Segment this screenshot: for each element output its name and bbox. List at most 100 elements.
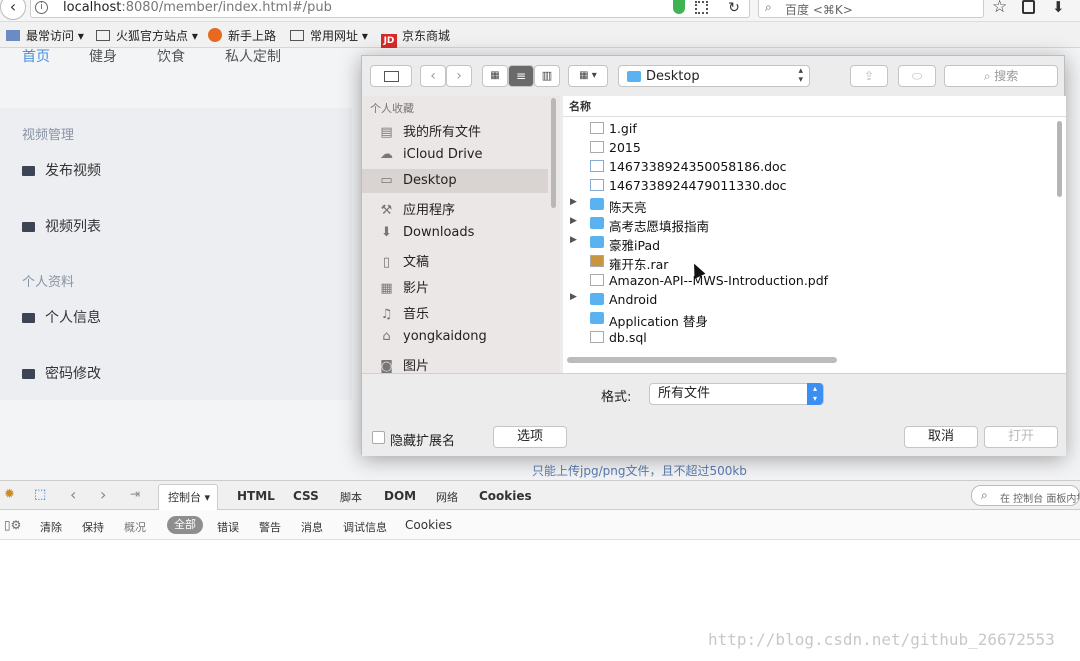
- share-button[interactable]: ⇪: [850, 65, 888, 87]
- filter-persist[interactable]: 保持: [82, 519, 104, 535]
- filter-profile[interactable]: 概况: [124, 519, 146, 535]
- tab-console-label[interactable]: 控制台 ▾: [168, 489, 210, 505]
- format-select[interactable]: 所有文件 ▴ ▾: [649, 383, 824, 405]
- back-icon[interactable]: ‹: [70, 485, 76, 504]
- sidebar-item-8[interactable]: ⌂ yongkaidong: [378, 329, 486, 344]
- disclosure-triangle-icon[interactable]: ▶: [570, 197, 577, 207]
- filter-warnings[interactable]: 警告: [259, 519, 281, 535]
- list-view-button[interactable]: ≡: [508, 65, 534, 87]
- tab-cookies[interactable]: Cookies: [479, 489, 532, 503]
- filter-all[interactable]: 全部: [167, 516, 203, 534]
- file-row[interactable]: 2015: [563, 138, 1053, 157]
- file-row[interactable]: db.sql: [563, 328, 1053, 347]
- info-icon[interactable]: i: [35, 1, 48, 14]
- tab-script[interactable]: 脚本: [340, 489, 362, 505]
- star-icon[interactable]: ☆: [992, 0, 1007, 17]
- vertical-scrollbar[interactable]: [1057, 121, 1062, 197]
- file-row[interactable]: Application 替身: [563, 309, 1053, 329]
- tab-html[interactable]: HTML: [237, 489, 275, 503]
- file-row[interactable]: ▶ 高考志愿填报指南: [563, 214, 1053, 234]
- file-row[interactable]: 雍开东.rar: [563, 252, 1053, 272]
- step-icon[interactable]: ⇥: [130, 487, 140, 501]
- file-row[interactable]: ▶ Android: [563, 290, 1053, 309]
- sidebar-item-password[interactable]: 密码修改: [22, 363, 101, 383]
- disclosure-triangle-icon[interactable]: ▶: [570, 216, 577, 226]
- filter-clear[interactable]: 清除: [40, 519, 62, 535]
- hide-extension-label: 隐藏扩展名: [390, 434, 456, 449]
- inspect-icon[interactable]: ⬚: [34, 487, 46, 502]
- disclosure-triangle-icon[interactable]: ▶: [570, 292, 577, 302]
- sidebar-item-5[interactable]: ▯ 文稿: [378, 251, 429, 270]
- horizontal-scrollbar[interactable]: [567, 357, 837, 363]
- tab-css[interactable]: CSS: [293, 489, 319, 503]
- sidebar-item-4[interactable]: ⬇ Downloads: [378, 225, 474, 240]
- sidebar-item-6[interactable]: ▦ 影片: [378, 277, 429, 296]
- forward-icon[interactable]: ›: [100, 485, 106, 504]
- nav-fitness[interactable]: 健身: [89, 46, 117, 66]
- location-popup[interactable]: Desktop ▴ ▾: [618, 65, 810, 87]
- bookmark-common-sites[interactable]: 常用网址 ▾: [290, 27, 368, 44]
- bookmark-most-visited[interactable]: 最常访问 ▾: [6, 27, 84, 44]
- applications-icon: ⚒: [380, 203, 393, 218]
- icon-view-button[interactable]: ▦: [482, 65, 508, 87]
- cancel-button[interactable]: 取消: [904, 426, 978, 448]
- sidebar-scrollbar[interactable]: [551, 98, 556, 208]
- tab-net[interactable]: 网络: [436, 489, 458, 505]
- sidebar-item-publish-video[interactable]: 发布视频: [22, 160, 101, 180]
- file-row[interactable]: 1.gif: [563, 119, 1053, 138]
- sidebar-toggle-button[interactable]: [370, 65, 412, 87]
- back-button[interactable]: ‹: [0, 0, 26, 20]
- download-icon[interactable]: ⬇: [1052, 0, 1065, 16]
- devtools-search[interactable]: ⌕ 在 控制台 面板内搜: [971, 485, 1080, 506]
- url-field[interactable]: i localhost:8080/member/index.html#/pub: [30, 0, 750, 18]
- sidebar-item-label: 文稿: [403, 255, 430, 270]
- sidebar-item-profile[interactable]: 个人信息: [22, 307, 101, 327]
- layout-icon[interactable]: ▯⚙: [4, 518, 21, 532]
- sidebar-item-1[interactable]: ☁ iCloud Drive: [378, 147, 483, 162]
- nav-diet[interactable]: 饮食: [157, 46, 185, 66]
- search-field[interactable]: ⌕ 搜索: [944, 65, 1058, 87]
- devtools-console-toolbar: ▯⚙ 清除 保持 概况 全部 错误 警告 消息 调试信息 Cookies: [0, 510, 1080, 540]
- shield-icon[interactable]: [673, 0, 685, 14]
- sidebar-icon: [384, 71, 399, 82]
- bookmark-getting-started[interactable]: 新手上路: [208, 27, 276, 44]
- updown-icon: ▴ ▾: [798, 66, 803, 85]
- sidebar-item-video-list[interactable]: 视频列表: [22, 216, 101, 236]
- sidebar-item-0[interactable]: ▤ 我的所有文件: [378, 121, 481, 140]
- forward-nav-button[interactable]: ›: [446, 65, 472, 87]
- file-row[interactable]: 1467338924350058186.doc: [563, 157, 1053, 176]
- open-button[interactable]: 打开: [984, 426, 1058, 448]
- sidebar-item-7[interactable]: ♫ 音乐: [378, 303, 429, 322]
- column-header-name[interactable]: 名称: [569, 98, 591, 114]
- folder-icon: [590, 236, 604, 248]
- file-row[interactable]: Amazon-API--MWS-Introduction.pdf: [563, 271, 1053, 290]
- bookmarks-bar: 最常访问 ▾ 火狐官方站点 ▾ 新手上路 常用网址 ▾ JD 京东商城: [0, 22, 1080, 49]
- nav-home[interactable]: 首页: [22, 46, 50, 66]
- filter-cookies[interactable]: Cookies: [405, 518, 452, 532]
- file-row[interactable]: ▶ 豪雅iPad: [563, 233, 1053, 253]
- filter-errors[interactable]: 错误: [217, 519, 239, 535]
- sidebar-item-2[interactable]: ▭ Desktop: [378, 173, 456, 188]
- sidebar-item-3[interactable]: ⚒ 应用程序: [378, 199, 455, 218]
- bookmark-firefox-site[interactable]: 火狐官方站点 ▾: [96, 27, 198, 44]
- filter-debug[interactable]: 调试信息: [343, 519, 387, 535]
- qr-icon[interactable]: [695, 1, 708, 14]
- firebug-icon[interactable]: ✹: [4, 487, 15, 502]
- disclosure-triangle-icon[interactable]: ▶: [570, 235, 577, 245]
- column-view-button[interactable]: ▥: [534, 65, 560, 87]
- tag-button[interactable]: ⬭: [898, 65, 936, 87]
- back-nav-button[interactable]: ‹: [420, 65, 446, 87]
- file-row[interactable]: 1467338924479011330.doc: [563, 176, 1053, 195]
- arrange-button[interactable]: ▦ ▾: [568, 65, 608, 87]
- search-field[interactable]: ⌕ 百度 <⌘K>: [758, 0, 984, 18]
- filter-info[interactable]: 消息: [301, 519, 323, 535]
- reading-list-icon[interactable]: [1022, 0, 1035, 14]
- reload-button[interactable]: ↻: [722, 0, 746, 18]
- sidebar-item-9[interactable]: ◙ 图片: [378, 355, 429, 373]
- options-button[interactable]: 选项: [493, 426, 567, 448]
- nav-custom[interactable]: 私人定制: [225, 46, 281, 66]
- hide-extension-checkbox[interactable]: [372, 431, 385, 444]
- file-row[interactable]: ▶ 陈天亮: [563, 195, 1053, 215]
- bookmark-jd[interactable]: JD 京东商城: [381, 27, 450, 49]
- tab-dom[interactable]: DOM: [384, 489, 416, 503]
